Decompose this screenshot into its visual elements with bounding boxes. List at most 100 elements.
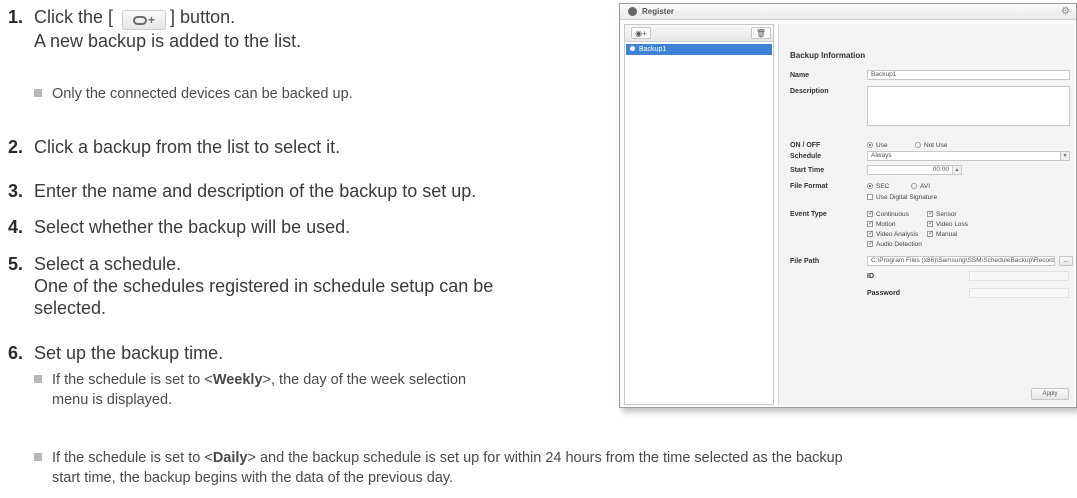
browse-button[interactable]: ... [1059, 256, 1073, 266]
camera-plus-icon: + [133, 14, 155, 26]
step-text-after: ] button. [170, 7, 236, 27]
step-number: 4. [8, 217, 24, 237]
schedule-dropdown[interactable]: Always ▼ [867, 151, 1070, 161]
step-line2: One of the schedules registered in sched… [34, 276, 494, 296]
use-radio[interactable]: Use [867, 141, 888, 150]
step-number: 2. [8, 137, 24, 157]
description-field[interactable] [867, 86, 1070, 126]
step-4: 4. Select whether the backup will be used… [8, 216, 350, 238]
id-label: ID [867, 273, 874, 280]
video-loss-checkbox[interactable]: Video Loss [927, 219, 969, 229]
option-label: SEC [876, 183, 890, 190]
name-label: Name [790, 72, 810, 79]
sensor-checkbox[interactable]: Sensor [927, 209, 957, 219]
window-title: Register [642, 7, 675, 16]
password-field[interactable] [969, 288, 1069, 298]
start-time-label: Start Time [790, 167, 825, 174]
start-time-value: 00:00 [932, 166, 949, 173]
schedule-value: Always [871, 152, 892, 159]
backup-list-item[interactable]: Backup1 [626, 44, 772, 55]
trash-icon: 🗑 [755, 28, 767, 38]
step-text-before: Click the [ [34, 7, 114, 27]
digital-signature-checkbox[interactable]: Use Digital Signature [867, 193, 937, 202]
window-titlebar: Register ⚙ [620, 4, 1076, 20]
register-window: Register ⚙ ◉+ 🗑 Backup1 Backup Informati… [619, 3, 1077, 408]
on-off-label: ON / OFF [790, 142, 821, 149]
name-field[interactable]: Backup1 [867, 70, 1070, 80]
register-icon [628, 7, 637, 16]
checkbox-icon [867, 194, 873, 200]
continuous-checkbox[interactable]: Continuous [867, 209, 909, 219]
backup-item-label: Backup1 [639, 46, 667, 53]
manual-checkbox[interactable]: Manual [927, 229, 958, 239]
note-text: > and the backup schedule is set up for … [247, 450, 843, 466]
step-3: 3. Enter the name and description of the … [8, 180, 476, 202]
gear-icon[interactable]: ⚙ [1061, 6, 1070, 17]
backup-list-panel: ◉+ 🗑 Backup1 [624, 24, 774, 405]
motion-checkbox[interactable]: Motion [867, 219, 896, 229]
note-line2: menu is displayed. [52, 392, 173, 408]
audio-detection-checkbox[interactable]: Audio Detection [867, 239, 922, 249]
step-line3: selected. [34, 298, 107, 318]
option-label: Use Digital Signature [876, 194, 938, 201]
radio-icon [867, 142, 873, 148]
step-text: Select whether the backup will be used. [34, 217, 351, 237]
option-label: Not Use [924, 142, 948, 149]
option-label: Use [876, 142, 888, 149]
step-number: 6. [8, 343, 24, 363]
backup-information-panel: Backup Information Name Backup1 Descript… [778, 24, 1074, 405]
note-bold: Weekly [212, 372, 263, 388]
square-bullet-icon [34, 375, 42, 383]
radio-icon [911, 183, 917, 189]
step-text: Click a backup from the list to select i… [34, 137, 341, 157]
option-label: Video Loss [936, 221, 969, 228]
section-title: Backup Information [790, 51, 866, 60]
step-2: 2. Click a backup from the list to select… [8, 136, 340, 158]
checkbox-icon [927, 219, 934, 228]
note-daily: If the schedule is set to <Daily> and th… [34, 448, 1074, 488]
note-text: If the schedule is set to < [52, 450, 213, 466]
backup-list-toolbar: ◉+ 🗑 [625, 25, 773, 42]
camera-plus-icon: ◉+ [635, 28, 647, 38]
file-path-label: File Path [790, 258, 820, 265]
step-5: 5. Select a schedule. One of the schedule… [8, 253, 493, 319]
spinner-icon[interactable]: ▲ [952, 166, 961, 174]
option-label: Video Analysis [876, 231, 919, 238]
note-bold: Daily [212, 450, 248, 466]
note-text: >, the day of the week selection [262, 372, 467, 388]
id-field[interactable] [969, 271, 1069, 281]
step-number: 3. [8, 181, 24, 201]
schedule-label: Schedule [790, 153, 822, 160]
checkbox-icon [867, 209, 874, 218]
radio-icon [915, 142, 921, 148]
checkbox-icon [867, 219, 874, 228]
checkbox-icon [927, 229, 934, 238]
sec-radio[interactable]: SEC [867, 182, 889, 191]
avi-radio[interactable]: AVI [911, 182, 930, 191]
apply-button[interactable]: Apply [1031, 388, 1069, 400]
password-label: Password [867, 290, 901, 297]
add-backup-button[interactable]: ◉+ [631, 27, 651, 39]
chevron-down-icon: ▼ [1060, 152, 1069, 160]
file-path-field[interactable]: C:\Program Files (x86)\Samsung\SSM\Sched… [867, 256, 1055, 266]
checkbox-icon [867, 229, 874, 238]
step-line2: A new backup is added to the list. [34, 31, 302, 51]
note-line2: start time, the backup begins with the d… [52, 470, 454, 486]
note-connected-devices: Only the connected devices can be backed… [34, 84, 353, 104]
option-label: Manual [936, 231, 958, 238]
start-time-field[interactable]: 00:00 ▲ [867, 165, 962, 175]
option-label: Audio Detection [876, 241, 922, 248]
checkbox-icon [867, 239, 874, 248]
event-type-label: Event Type [790, 211, 827, 218]
video-analysis-checkbox[interactable]: Video Analysis [867, 229, 919, 239]
radio-icon [867, 183, 873, 189]
note-weekly: If the schedule is set to <Weekly>, the … [34, 370, 614, 410]
note-text: Only the connected devices can be backed… [52, 86, 353, 102]
delete-backup-button[interactable]: 🗑 [751, 27, 771, 39]
note-text: If the schedule is set to < [52, 372, 213, 388]
backup-item-icon [630, 46, 635, 51]
option-label: AVI [920, 183, 930, 190]
checkbox-icon [927, 209, 934, 218]
add-backup-button-illustration: + [122, 10, 167, 30]
not-use-radio[interactable]: Not Use [915, 141, 947, 150]
